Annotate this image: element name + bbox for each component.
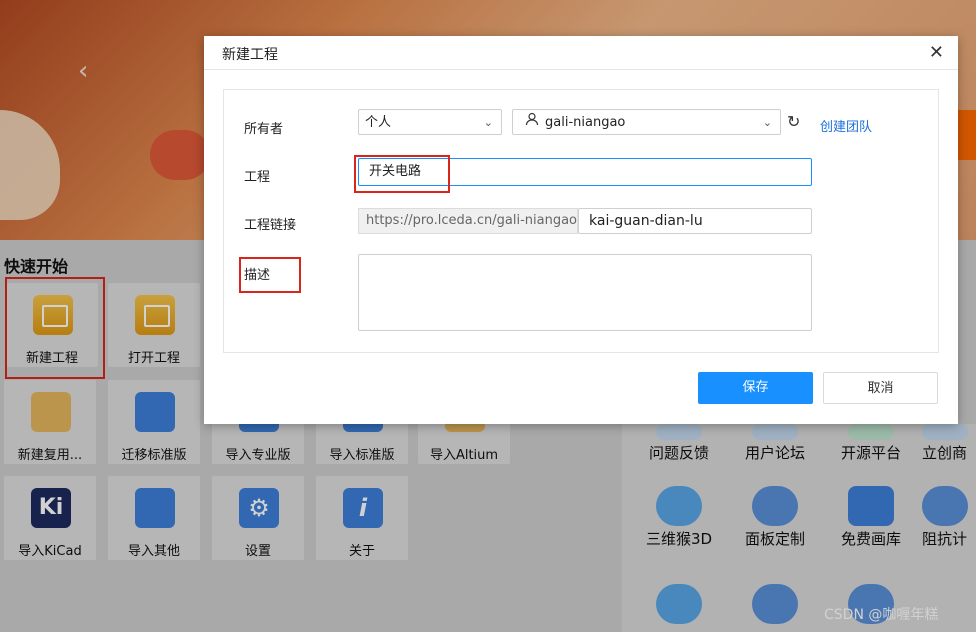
owner-type-select[interactable]: 个人 ⌄ <box>358 109 502 135</box>
user-icon <box>525 110 539 136</box>
description-textarea[interactable] <box>358 254 812 331</box>
project-link-input[interactable]: kai-guan-dian-lu <box>578 208 812 234</box>
owner-user-select[interactable]: gali-niangao ⌄ <box>512 109 781 135</box>
chevron-down-icon: ⌄ <box>483 116 493 129</box>
refresh-icon[interactable]: ↻ <box>787 112 800 131</box>
highlight-box <box>354 155 450 193</box>
create-team-link[interactable]: 创建团队 <box>820 116 872 135</box>
project-label: 工程 <box>244 170 271 185</box>
new-project-dialog: 新建工程 ✕ 所有者 个人 ⌄ gali-niangao ⌄ ↻ 创建团队 工程… <box>204 36 958 424</box>
link-label: 工程链接 <box>244 218 297 233</box>
owner-label: 所有者 <box>244 122 284 137</box>
close-icon[interactable]: ✕ <box>929 42 944 63</box>
owner-user-value: gali-niangao <box>545 115 626 130</box>
project-link-value: kai-guan-dian-lu <box>589 213 703 229</box>
chevron-down-icon: ⌄ <box>762 116 772 129</box>
form-panel: 所有者 个人 ⌄ gali-niangao ⌄ ↻ 创建团队 工程 开关电路 工… <box>223 89 939 353</box>
cancel-button[interactable]: 取消 <box>823 372 938 404</box>
highlight-box <box>239 257 301 293</box>
owner-type-value: 个人 <box>365 115 392 130</box>
dialog-title: 新建工程 <box>222 47 278 63</box>
link-prefix: https://pro.lceda.cn/gali-niangao/ <box>358 208 578 234</box>
save-button[interactable]: 保存 <box>698 372 813 404</box>
divider <box>204 69 958 70</box>
